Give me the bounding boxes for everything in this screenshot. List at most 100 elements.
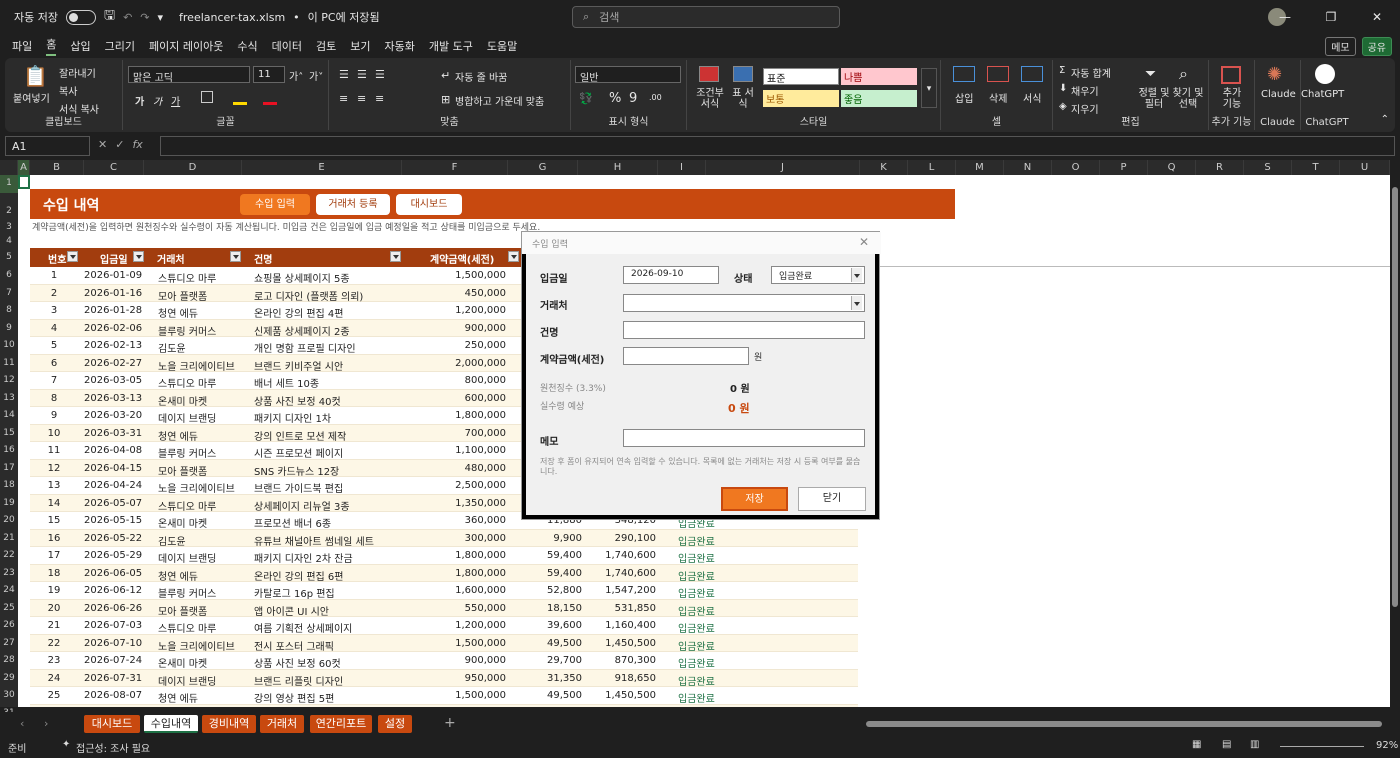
cell-title[interactable]: 프로모션 배너 6종 xyxy=(254,515,331,530)
cell-amount[interactable]: 2,000,000 xyxy=(406,358,506,369)
cell-title[interactable]: SNS 카드뉴스 12장 xyxy=(254,463,339,478)
cell-title[interactable]: 브랜드 리플릿 디자인 xyxy=(254,673,343,688)
tab-data[interactable]: 데이터 xyxy=(272,38,302,54)
cell-client[interactable]: 스튜디오 마루 xyxy=(158,375,216,390)
cut-button[interactable]: 잘라내기 xyxy=(59,65,96,80)
cell-title[interactable]: 유튜브 채널아트 썸네일 세트 xyxy=(254,533,374,548)
column-header[interactable]: J xyxy=(706,160,860,175)
share-button[interactable]: 공유 xyxy=(1361,37,1392,56)
column-header[interactable]: H xyxy=(578,160,658,175)
cell-date[interactable]: 2026-01-09 xyxy=(84,270,154,281)
cell-net[interactable]: 290,100 xyxy=(586,533,656,544)
row-header[interactable]: 13 xyxy=(0,390,18,408)
cell-no[interactable]: 12 xyxy=(30,463,78,474)
sheet-tab-dashboard[interactable]: 대시보드 xyxy=(84,715,140,733)
find-select-button[interactable]: 찾기 및 선택 xyxy=(1171,88,1205,110)
cell-title[interactable]: 온라인 강의 편집 4편 xyxy=(254,305,344,320)
cell-no[interactable]: 17 xyxy=(30,550,78,561)
font-size-select[interactable]: 11 xyxy=(253,66,285,83)
cell-client[interactable]: 노을 크리에이티브 xyxy=(158,358,235,373)
cell-title[interactable]: 로고 디자인 (플랫폼 의뢰) xyxy=(254,288,363,303)
page-layout-icon[interactable]: ▤ xyxy=(1222,739,1231,750)
cell-amount[interactable]: 2,500,000 xyxy=(406,480,506,491)
amount-field[interactable] xyxy=(623,347,749,365)
cell-no[interactable]: 7 xyxy=(30,375,78,386)
cell-title[interactable]: 신제품 상세페이지 2종 xyxy=(254,323,350,338)
delete-cells-button[interactable]: 삭제 xyxy=(989,90,1007,105)
shrink-font-button[interactable]: 가˅ xyxy=(309,68,323,83)
row-header[interactable]: 27 xyxy=(0,635,18,653)
cell-amount[interactable]: 550,000 xyxy=(406,603,506,614)
cell-date[interactable]: 2026-07-31 xyxy=(84,673,154,684)
merge-center-button[interactable]: 병합하고 가운데 맞춤 xyxy=(455,93,544,108)
row-header[interactable]: 14 xyxy=(0,407,18,425)
tab-review[interactable]: 검토 xyxy=(316,38,336,54)
cell-client[interactable]: 청연 에듀 xyxy=(158,305,198,320)
tab-formulas[interactable]: 수식 xyxy=(237,38,257,54)
column-header[interactable]: K xyxy=(860,160,908,175)
accessibility-status[interactable]: 접근성: 조사 필요 xyxy=(76,740,150,755)
cell-amount[interactable]: 450,000 xyxy=(406,288,506,299)
format-cells-button[interactable]: 서식 xyxy=(1023,90,1041,105)
cell-date[interactable]: 2026-02-06 xyxy=(84,323,154,334)
maximize-icon[interactable]: ❐ xyxy=(1308,0,1354,34)
cell-no[interactable]: 22 xyxy=(30,638,78,649)
cell-amount[interactable]: 1,500,000 xyxy=(406,270,506,281)
cell-wh[interactable]: 9,900 xyxy=(508,533,582,544)
column-header[interactable]: M xyxy=(956,160,1004,175)
cell-no[interactable]: 21 xyxy=(30,620,78,631)
cell-client[interactable]: 데이지 브랜딩 xyxy=(158,410,216,425)
cell-date[interactable]: 2026-06-26 xyxy=(84,603,154,614)
table-format-button[interactable]: 표 서식 xyxy=(729,88,757,110)
cell-wh[interactable]: 39,600 xyxy=(508,620,582,631)
cell-amount[interactable]: 700,000 xyxy=(406,428,506,439)
bold-button[interactable]: 가 xyxy=(135,93,144,108)
cell-client[interactable]: 온새미 마켓 xyxy=(158,655,207,670)
column-header[interactable]: F xyxy=(402,160,508,175)
style-bad[interactable]: 나쁨 xyxy=(841,68,917,85)
align-middle-icon[interactable]: ☰ xyxy=(357,68,367,81)
cell-wh[interactable]: 59,400 xyxy=(508,568,582,579)
income-entry-button[interactable]: 수입 입력 xyxy=(240,194,310,215)
cell-net[interactable]: 1,740,600 xyxy=(586,550,656,561)
column-header[interactable]: N xyxy=(1004,160,1052,175)
cell-wh[interactable]: 29,700 xyxy=(508,655,582,666)
row-header[interactable]: 25 xyxy=(0,600,18,618)
cell-title[interactable]: 상세페이지 리뉴얼 3종 xyxy=(254,498,350,513)
row-header[interactable]: 7 xyxy=(0,285,18,303)
row-header[interactable]: 19 xyxy=(0,495,18,513)
comments-button[interactable]: 메모 xyxy=(1325,37,1356,56)
cell-title[interactable]: 개인 명함 프로필 디자인 xyxy=(254,340,356,355)
cell-net[interactable]: 1,547,200 xyxy=(586,585,656,596)
cell-title[interactable]: 앱 아이콘 UI 시안 xyxy=(254,603,329,618)
row-header[interactable]: 29 xyxy=(0,670,18,688)
table-row[interactable]: 21 2026-07-03 스튜디오 마루 여름 기획전 상세페이지 1,200,000… xyxy=(30,617,858,635)
cell-client[interactable]: 데이지 브랜딩 xyxy=(158,673,216,688)
tab-developer[interactable]: 개발 도구 xyxy=(429,38,473,54)
cell-status[interactable]: 입금완료 xyxy=(678,673,715,688)
cell-client[interactable]: 스튜디오 마루 xyxy=(158,498,216,513)
cell-date[interactable]: 2026-04-24 xyxy=(84,480,154,491)
column-header[interactable]: U xyxy=(1340,160,1390,175)
table-row[interactable]: 25 2026-08-07 청연 에듀 강의 영상 편집 5편 1,500,000 49,… xyxy=(30,687,858,705)
cell-date[interactable]: 2026-01-16 xyxy=(84,288,154,299)
cell-amount[interactable]: 1,800,000 xyxy=(406,568,506,579)
row-header[interactable]: 8 xyxy=(0,302,18,320)
row-header[interactable]: 23 xyxy=(0,565,18,583)
table-row[interactable]: 24 2026-07-31 데이지 브랜딩 브랜드 리플릿 디자인 950,000 31,… xyxy=(30,669,858,688)
cell-client[interactable]: 모아 플랫폼 xyxy=(158,603,207,618)
column-header[interactable]: P xyxy=(1100,160,1148,175)
table-row[interactable]: 18 2026-06-05 청연 에듀 온라인 강의 편집 6편 1,800,000 59… xyxy=(30,564,858,583)
insert-cells-button[interactable]: 삽입 xyxy=(955,90,973,105)
cell-net[interactable]: 918,650 xyxy=(586,673,656,684)
cell-amount[interactable]: 1,100,000 xyxy=(406,445,506,456)
align-bottom-icon[interactable]: ☰ xyxy=(375,68,385,81)
cell-client[interactable]: 청연 에듀 xyxy=(158,428,198,443)
cell-amount[interactable]: 900,000 xyxy=(406,323,506,334)
row-header[interactable]: 10 xyxy=(0,337,18,355)
table-row[interactable]: 19 2026-06-12 블루링 커머스 카탈로그 16p 편집 1,600,000 5… xyxy=(30,582,858,600)
row-header[interactable]: 16 xyxy=(0,442,18,460)
cell-title[interactable]: 카탈로그 16p 편집 xyxy=(254,585,335,600)
cell-date[interactable]: 2026-04-08 xyxy=(84,445,154,456)
style-normal[interactable]: 표준 xyxy=(763,68,839,85)
